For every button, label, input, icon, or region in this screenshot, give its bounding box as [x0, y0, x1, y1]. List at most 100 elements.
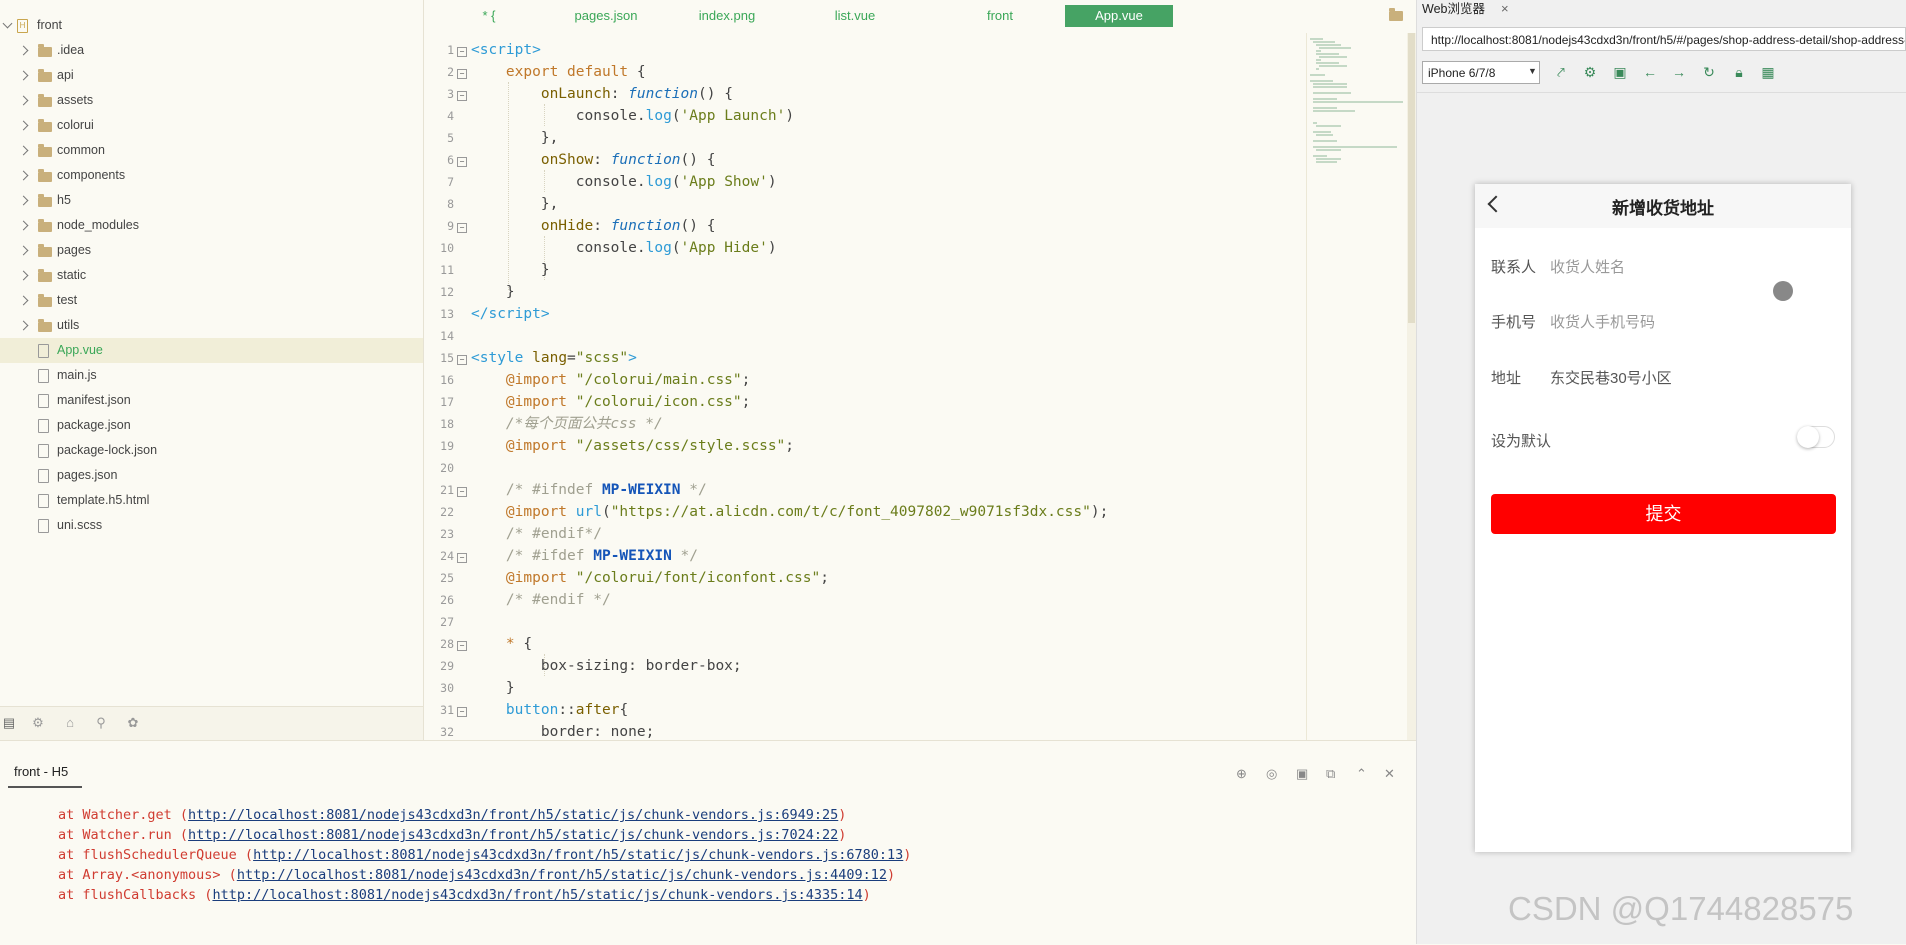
- tree-file[interactable]: main.js: [0, 363, 423, 388]
- line-number: 18: [440, 417, 454, 431]
- tree-file[interactable]: App.vue: [0, 338, 423, 363]
- tree-file[interactable]: pages.json: [0, 463, 423, 488]
- tree-file[interactable]: package-lock.json: [0, 438, 423, 463]
- stack-link[interactable]: http://localhost:8081/nodejs43cdxd3n/fro…: [188, 807, 838, 823]
- folder-icon: [38, 144, 52, 157]
- close-icon[interactable]: ×: [1501, 0, 1509, 18]
- file-icon: [38, 394, 49, 408]
- close-panel-icon[interactable]: ✕: [1384, 766, 1395, 782]
- collapse-up-icon[interactable]: ⌃: [1356, 766, 1367, 782]
- tree-item-label: api: [57, 68, 74, 82]
- line-number: 13: [440, 307, 454, 321]
- open-external-icon[interactable]: ⤤: [1553, 64, 1569, 80]
- fold-toggle-icon[interactable]: −: [457, 355, 467, 365]
- tree-folder[interactable]: components: [0, 163, 423, 188]
- stack-link[interactable]: http://localhost:8081/nodejs43cdxd3n/fro…: [237, 867, 887, 883]
- stop-icon[interactable]: ◎: [1266, 766, 1277, 782]
- fold-toggle-icon[interactable]: −: [457, 641, 467, 651]
- device-select[interactable]: iPhone 6/7/8: [1422, 61, 1540, 84]
- browser-tab-title[interactable]: Web浏览器: [1422, 0, 1485, 20]
- fold-toggle-icon[interactable]: −: [457, 69, 467, 79]
- lock-icon[interactable]: 🔒︎: [1731, 64, 1747, 80]
- tree-folder[interactable]: static: [0, 263, 423, 288]
- fold-toggle-icon[interactable]: −: [457, 91, 467, 101]
- tree-folder[interactable]: colorui: [0, 113, 423, 138]
- tab-app-vue[interactable]: App.vue: [1065, 5, 1173, 27]
- code-minimap[interactable]: [1306, 33, 1408, 740]
- line-number: 6: [447, 153, 454, 167]
- console-tab-label[interactable]: front - H5: [14, 764, 68, 779]
- contact-input[interactable]: 收货人姓名: [1550, 256, 1625, 277]
- screenshot-icon[interactable]: ▣: [1612, 64, 1628, 80]
- fold-toggle-icon[interactable]: −: [457, 487, 467, 497]
- tree-folder[interactable]: node_modules: [0, 213, 423, 238]
- trash-icon[interactable]: ⌂: [63, 716, 77, 730]
- back-icon[interactable]: ←: [1642, 64, 1658, 80]
- folder-icon: [38, 119, 52, 132]
- tree-folder[interactable]: common: [0, 138, 423, 163]
- refresh-icon[interactable]: ↻: [1701, 64, 1717, 80]
- tree-root-front[interactable]: H front: [0, 13, 423, 38]
- console-line: at Watcher.run (http://localhost:8081/no…: [58, 825, 846, 845]
- tab-style[interactable]: * {: [469, 5, 509, 27]
- tab-index-png[interactable]: index.png: [687, 5, 767, 27]
- tree-file[interactable]: manifest.json: [0, 388, 423, 413]
- code-line: @import "/colorui/main.css";: [505, 372, 751, 388]
- tree-file[interactable]: uni.scss: [0, 513, 423, 538]
- tree-folder[interactable]: test: [0, 288, 423, 313]
- tree-folder[interactable]: api: [0, 63, 423, 88]
- url-bar[interactable]: http://localhost:8081/nodejs43cdxd3n/fro…: [1422, 27, 1906, 51]
- fold-toggle-icon[interactable]: −: [457, 157, 467, 167]
- stack-suffix: ): [903, 847, 912, 863]
- submit-button[interactable]: 提交: [1491, 494, 1836, 534]
- address-input[interactable]: 东交民巷30号小区: [1550, 367, 1672, 388]
- scrollbar-thumb[interactable]: [1408, 33, 1415, 323]
- tree-folder[interactable]: h5: [0, 188, 423, 213]
- forward-icon[interactable]: →: [1671, 64, 1687, 80]
- project-icon: H: [17, 19, 28, 33]
- editor-scrollbar[interactable]: [1407, 33, 1416, 740]
- tree-file[interactable]: package.json: [0, 413, 423, 438]
- tree-item-label: assets: [57, 93, 94, 107]
- tree-folder[interactable]: pages: [0, 238, 423, 263]
- file-icon: [38, 369, 49, 383]
- phone-input[interactable]: 收货人手机号码: [1550, 311, 1655, 332]
- code-line: box-sizing: border-box;: [540, 658, 742, 674]
- project-manager-icon[interactable]: ▤: [2, 716, 16, 730]
- fold-toggle-icon[interactable]: −: [457, 47, 467, 57]
- clear-icon[interactable]: ⊕: [1236, 766, 1247, 782]
- search-icon[interactable]: ⚲: [94, 716, 108, 730]
- line-number: 26: [440, 593, 454, 607]
- code-line: <style lang="scss">: [471, 350, 637, 366]
- fold-toggle-icon[interactable]: −: [457, 223, 467, 233]
- code-line: export default {: [505, 64, 646, 80]
- tab-list-vue[interactable]: list.vue: [822, 5, 888, 27]
- bike-icon[interactable]: ⚙: [31, 716, 45, 730]
- switch-knob[interactable]: [1797, 426, 1819, 448]
- fold-toggle-icon[interactable]: −: [457, 553, 467, 563]
- fold-toggle-icon[interactable]: −: [457, 707, 467, 717]
- qrcode-icon[interactable]: ▦: [1760, 64, 1776, 80]
- tab-pages-json[interactable]: pages.json: [566, 5, 646, 27]
- settings-icon[interactable]: ⚙: [1582, 64, 1598, 80]
- stack-link[interactable]: http://localhost:8081/nodejs43cdxd3n/fro…: [212, 887, 862, 903]
- stack-link[interactable]: http://localhost:8081/nodejs43cdxd3n/fro…: [253, 847, 903, 863]
- phone-label: 手机号: [1491, 314, 1537, 331]
- code-line: onShow: function() {: [540, 152, 716, 168]
- chevron-down-icon: ▼: [1528, 66, 1537, 76]
- chevron-right-icon: [18, 145, 29, 156]
- console-line: at Watcher.get (http://localhost:8081/no…: [58, 805, 846, 825]
- tree-item-label: node_modules: [57, 218, 140, 232]
- code-line: @import "/colorui/icon.css";: [505, 394, 751, 410]
- tree-file[interactable]: template.h5.html: [0, 488, 423, 513]
- stack-frame: at flushSchedulerQueue (: [58, 847, 254, 863]
- tree-folder[interactable]: utils: [0, 313, 423, 338]
- terminal-icon[interactable]: ▣: [1296, 766, 1308, 782]
- tree-item-label: components: [57, 168, 126, 182]
- stack-link[interactable]: http://localhost:8081/nodejs43cdxd3n/fro…: [188, 827, 838, 843]
- tree-folder[interactable]: assets: [0, 88, 423, 113]
- export-icon[interactable]: ⧉: [1326, 766, 1335, 782]
- plugin-icon[interactable]: ✿: [126, 716, 140, 730]
- tab-front[interactable]: front: [975, 5, 1025, 27]
- tree-folder[interactable]: .idea: [0, 38, 423, 63]
